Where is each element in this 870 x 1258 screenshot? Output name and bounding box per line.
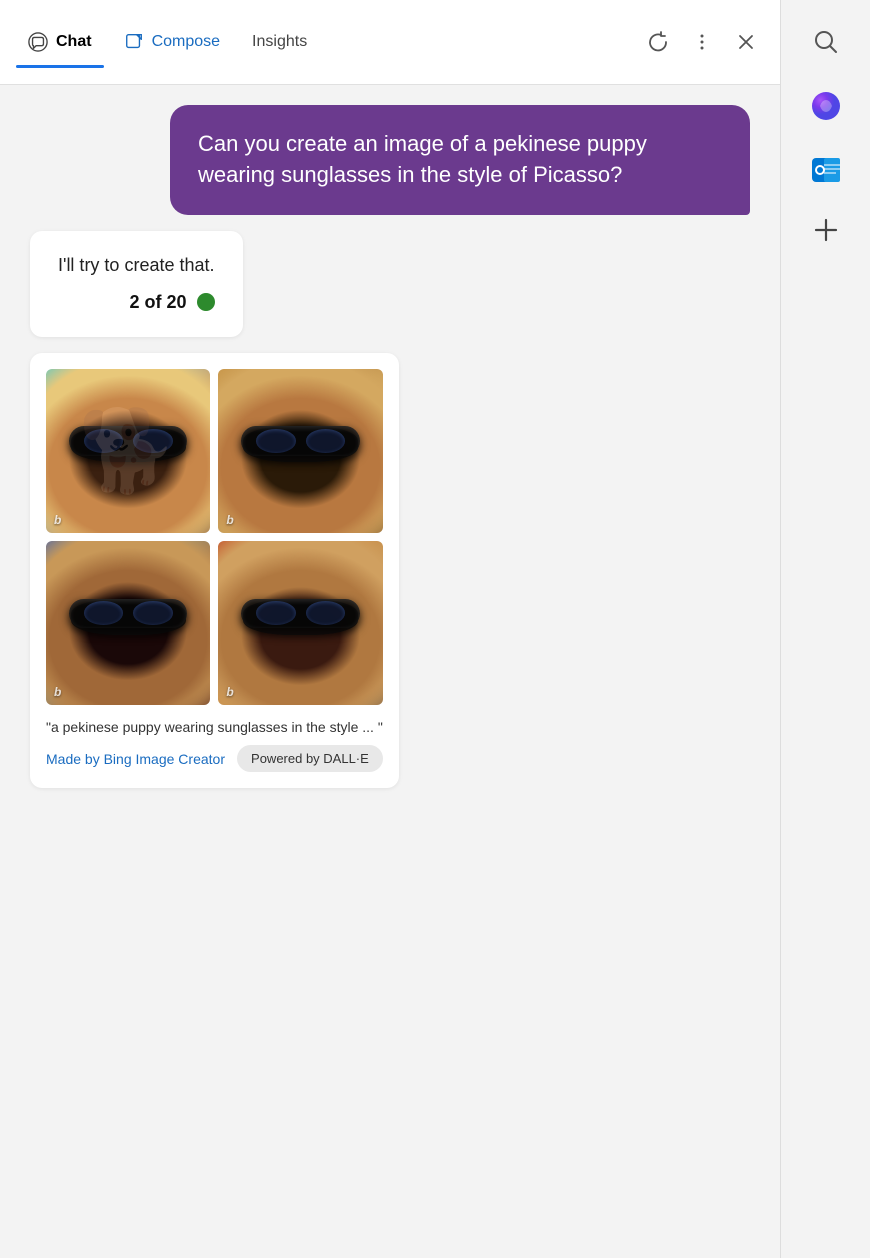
tab-insights-label: Insights <box>252 33 307 51</box>
dog-face-1 <box>46 369 210 533</box>
dog-glasses-2 <box>241 426 359 456</box>
add-app-button[interactable] <box>808 212 844 248</box>
tab-insights[interactable]: Insights <box>240 25 319 59</box>
compose-icon <box>124 32 144 52</box>
sidebar-search-icon[interactable] <box>804 20 848 64</box>
chat-content: Can you create an image of a pekinese pu… <box>0 85 780 1258</box>
usage-dot <box>197 293 215 311</box>
sidebar-copilot-icon[interactable] <box>804 84 848 128</box>
more-options-button[interactable] <box>684 24 720 60</box>
image-footer: Made by Bing Image Creator Powered by DA… <box>46 745 383 772</box>
user-message-text: Can you create an image of a pekinese pu… <box>198 131 647 187</box>
close-button[interactable] <box>728 24 764 60</box>
dog-face-2 <box>218 369 382 533</box>
bing-watermark-3: b <box>54 685 61 699</box>
ai-response-card: I'll try to create that. 2 of 20 <box>30 231 243 337</box>
generated-image-3[interactable]: b <box>46 541 210 705</box>
refresh-button[interactable] <box>640 24 676 60</box>
tab-compose-label: Compose <box>152 33 220 51</box>
ai-response-text: I'll try to create that. <box>58 255 215 276</box>
right-sidebar <box>780 0 870 1258</box>
user-message-bubble: Can you create an image of a pekinese pu… <box>170 105 750 215</box>
generated-image-1[interactable]: b <box>46 369 210 533</box>
tab-chat-label: Chat <box>56 33 92 51</box>
dog-glasses-3 <box>69 599 187 629</box>
generated-image-4[interactable]: b <box>218 541 382 705</box>
dog-glasses-1 <box>69 426 187 456</box>
main-panel: Chat Compose Insights <box>0 0 780 1258</box>
bing-watermark-4: b <box>226 685 233 699</box>
chat-icon <box>28 32 48 52</box>
image-caption: "a pekinese puppy wearing sunglasses in … <box>46 719 383 735</box>
made-by-bing-link[interactable]: Made by Bing Image Creator <box>46 751 225 767</box>
tab-chat[interactable]: Chat <box>16 24 104 60</box>
tab-bar: Chat Compose Insights <box>0 0 780 85</box>
dog-face-3 <box>46 541 210 705</box>
usage-text: 2 of 20 <box>129 292 186 313</box>
generated-image-2[interactable]: b <box>218 369 382 533</box>
dall-e-badge: Powered by DALL·E <box>237 745 383 772</box>
dog-face-4 <box>218 541 382 705</box>
sidebar-outlook-icon[interactable] <box>804 148 848 192</box>
bing-watermark-1: b <box>54 513 61 527</box>
image-results-card: b b b <box>30 353 399 789</box>
usage-indicator: 2 of 20 <box>58 292 215 313</box>
bing-watermark-2: b <box>226 513 233 527</box>
tab-compose[interactable]: Compose <box>112 24 232 60</box>
image-grid: b b b <box>46 369 383 706</box>
dog-glasses-4 <box>241 599 359 629</box>
